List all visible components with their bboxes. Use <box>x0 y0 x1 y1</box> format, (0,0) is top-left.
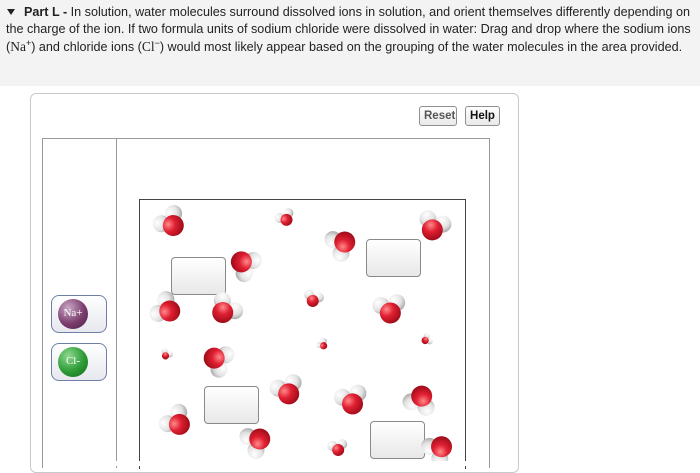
drop-target-3[interactable] <box>204 386 259 424</box>
question-text-3: ) would most likely appear based on the … <box>159 40 683 54</box>
sodium-ion-icon: Na+ <box>58 299 88 329</box>
drop-target-1[interactable] <box>171 257 226 295</box>
chloride-ion-tile[interactable]: Cl- <box>51 343 107 381</box>
cl-symbol: Cl <box>141 39 155 54</box>
chloride-ion-label: Cl- <box>65 355 81 367</box>
palette-divider <box>116 138 117 468</box>
help-button[interactable]: Help <box>465 106 500 126</box>
question-text-2: ) and chloride ions ( <box>31 40 142 54</box>
drop-target-4[interactable] <box>370 421 425 459</box>
chloride-ion-icon: Cl- <box>58 347 88 377</box>
reset-button[interactable]: Reset <box>419 106 457 126</box>
sodium-ion-label: Na+ <box>63 307 83 319</box>
na-symbol: Na <box>10 39 26 54</box>
sodium-ion-tile[interactable]: Na+ <box>51 295 107 333</box>
panel-bottom <box>43 461 489 466</box>
question-text: Part L - In solution, water molecules su… <box>0 0 700 86</box>
collapse-triangle-icon[interactable] <box>7 9 15 16</box>
part-label: Part L - <box>24 5 68 19</box>
drop-target-2[interactable] <box>366 239 421 277</box>
